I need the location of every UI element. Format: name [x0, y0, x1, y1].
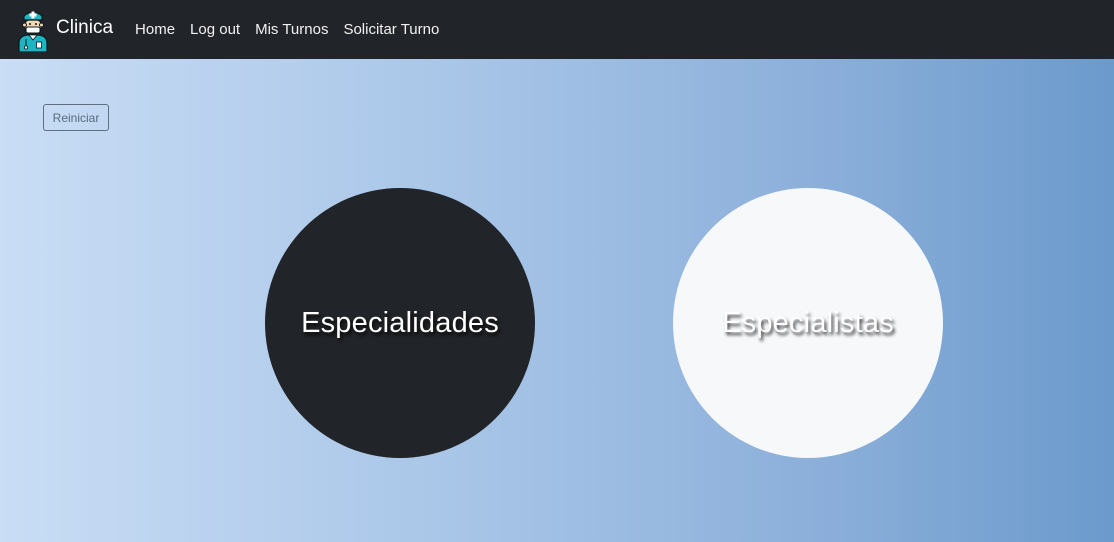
nav-link-mis-turnos[interactable]: Mis Turnos	[255, 21, 328, 38]
nav-links: Home Log out Mis Turnos Solicitar Turno	[135, 21, 454, 38]
main-content: Reiniciar Especialidades Especialistas	[0, 59, 1114, 542]
especialistas-option[interactable]: Especialistas	[673, 188, 943, 458]
doctor-avatar-icon	[18, 10, 48, 52]
navbar: Clinica Home Log out Mis Turnos Solicita…	[0, 0, 1114, 59]
nav-link-home[interactable]: Home	[135, 21, 175, 38]
especialistas-label: Especialistas	[722, 306, 894, 339]
brand[interactable]: Clinica	[16, 0, 113, 59]
reset-button[interactable]: Reiniciar	[43, 104, 109, 131]
nav-link-logout[interactable]: Log out	[190, 21, 240, 38]
brand-title: Clinica	[56, 16, 114, 38]
especialidades-option[interactable]: Especialidades	[265, 188, 535, 458]
especialidades-label: Especialidades	[301, 306, 499, 339]
nav-link-solicitar-turno[interactable]: Solicitar Turno	[343, 21, 439, 38]
